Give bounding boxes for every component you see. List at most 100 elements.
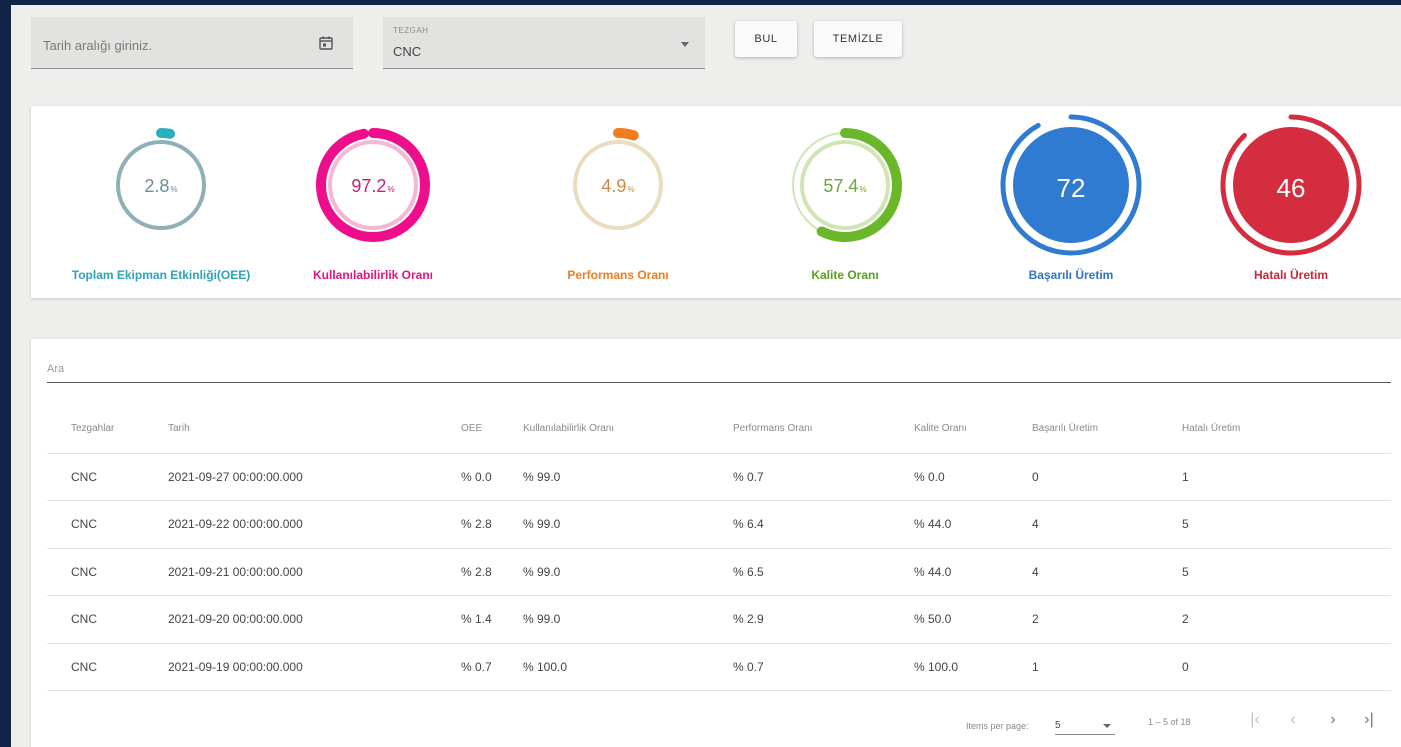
cell-oee: % 2.8: [461, 500, 523, 549]
availability-value-number: 97.2: [351, 176, 387, 196]
performance-label: Performans Oranı: [567, 268, 669, 282]
cell-successful: 0: [1032, 453, 1182, 501]
items-per-page-label: Items per page:: [966, 721, 1029, 731]
quality-value: 57.4%: [735, 176, 955, 197]
faulty-production-value: 46: [1276, 173, 1306, 203]
column-header-quality[interactable]: Kalite Oranı: [914, 405, 1032, 454]
table-row[interactable]: CNC 2021-09-21 00:00:00.000 % 2.8 % 99.0…: [47, 548, 1391, 596]
oee-value-unit: %: [170, 185, 178, 194]
cell-date: 2021-09-20 00:00:00.000: [168, 595, 461, 644]
cell-availability: % 99.0: [523, 595, 733, 644]
cell-faulty: 0: [1182, 643, 1391, 691]
cell-machine: CNC: [47, 643, 168, 691]
cell-successful: 1: [1032, 643, 1182, 691]
table-row[interactable]: CNC 2021-09-19 00:00:00.000 % 0.7 % 100.…: [47, 643, 1391, 691]
chevron-left-icon[interactable]: ‹: [1281, 711, 1305, 729]
cell-quality: % 44.0: [914, 548, 1032, 596]
metric-oee: 2.8% Toplam Ekipman Etkinliği(OEE): [51, 106, 271, 298]
performance-gauge-arc: [613, 128, 639, 141]
oee-value: 2.8%: [51, 176, 271, 197]
successful-production-value: 72: [1056, 173, 1086, 203]
paginator: Items per page: 5 1 – 5 of 18 |‹ ‹ › ›|: [31, 707, 1401, 737]
clear-button[interactable]: TEMİZLE: [814, 21, 902, 57]
availability-value: 97.2%: [263, 176, 483, 197]
cell-oee: % 0.7: [461, 643, 523, 691]
column-header-performance[interactable]: Performans Oranı: [733, 405, 914, 454]
date-range-field[interactable]: Tarih aralığı giriniz.: [31, 17, 353, 69]
column-header-machines[interactable]: Tezgahlar: [47, 405, 168, 454]
column-header-successful[interactable]: Başarılı Üretim: [1032, 405, 1182, 454]
cell-availability: % 100.0: [523, 643, 733, 691]
find-button[interactable]: BUL: [735, 21, 797, 57]
column-header-faulty[interactable]: Hatalı Üretim: [1182, 405, 1391, 454]
cell-date: 2021-09-22 00:00:00.000: [168, 500, 461, 549]
cell-quality: % 50.0: [914, 595, 1032, 644]
page-range-label: 1 – 5 of 18: [1148, 717, 1191, 727]
metric-quality: 57.4% Kalite Oranı: [735, 106, 955, 298]
table-header-row: Tezgahlar Tarih OEE Kullanılabilirlik Or…: [47, 405, 1391, 454]
metric-availability: 97.2% Kullanılabilirlik Oranı: [263, 106, 483, 298]
cell-performance: % 6.4: [733, 500, 914, 549]
first-page-icon[interactable]: |‹: [1243, 711, 1267, 729]
page-size-select[interactable]: 5: [1055, 713, 1115, 735]
cell-faulty: 1: [1182, 453, 1391, 501]
table-row[interactable]: CNC 2021-09-27 00:00:00.000 % 0.0 % 99.0…: [47, 453, 1391, 501]
availability-value-unit: %: [387, 185, 395, 194]
cell-performance: % 2.9: [733, 595, 914, 644]
cell-faulty: 5: [1182, 500, 1391, 549]
cell-performance: % 6.5: [733, 548, 914, 596]
date-range-placeholder: Tarih aralığı giriniz.: [43, 38, 153, 53]
quality-value-number: 57.4: [823, 176, 859, 196]
oee-value-number: 2.8: [144, 176, 170, 196]
metric-successful-production: 72 Başarılı Üretim: [961, 106, 1181, 298]
column-header-date[interactable]: Tarih: [168, 405, 461, 454]
cell-oee: % 0.0: [461, 453, 523, 501]
calendar-icon[interactable]: [319, 36, 333, 50]
dropdown-caret-icon: [1103, 724, 1111, 728]
app-root: Tarih aralığı giriniz. TEZGAH CNC BUL TE…: [11, 5, 1401, 747]
machine-select-value: CNC: [393, 44, 422, 59]
availability-label: Kullanılabilirlik Oranı: [312, 268, 434, 282]
last-page-icon[interactable]: ›|: [1357, 711, 1381, 729]
cell-machine: CNC: [47, 500, 168, 549]
column-header-availability[interactable]: Kullanılabilirlik Oranı: [523, 405, 733, 454]
quality-label: Kalite Oranı: [811, 268, 879, 282]
column-header-oee[interactable]: OEE: [461, 405, 523, 454]
performance-value-number: 4.9: [601, 176, 627, 196]
cell-availability: % 99.0: [523, 500, 733, 549]
cell-date: 2021-09-27 00:00:00.000: [168, 453, 461, 501]
machine-select[interactable]: TEZGAH CNC: [383, 17, 705, 69]
production-table: Tezgahlar Tarih OEE Kullanılabilirlik Or…: [47, 405, 1391, 691]
table-search-input[interactable]: [47, 359, 1391, 383]
cell-availability: % 99.0: [523, 453, 733, 501]
faulty-production-label: Hatalı Üretim: [1253, 268, 1329, 282]
metric-performance: 4.9% Performans Oranı: [508, 106, 728, 298]
table-card: Tezgahlar Tarih OEE Kullanılabilirlik Or…: [31, 339, 1401, 747]
table-row[interactable]: CNC 2021-09-20 00:00:00.000 % 1.4 % 99.0…: [47, 595, 1391, 644]
chevron-right-icon[interactable]: ›: [1321, 711, 1345, 729]
oee-gauge-arc: [156, 128, 176, 139]
cell-date: 2021-09-21 00:00:00.000: [168, 548, 461, 596]
cell-machine: CNC: [47, 595, 168, 644]
quality-value-unit: %: [859, 185, 867, 194]
cell-faulty: 5: [1182, 548, 1391, 596]
cell-quality: % 44.0: [914, 500, 1032, 549]
cell-successful: 4: [1032, 548, 1182, 596]
cell-performance: % 0.7: [733, 453, 914, 501]
cell-successful: 4: [1032, 500, 1182, 549]
cell-performance: % 0.7: [733, 643, 914, 691]
cell-faulty: 2: [1182, 595, 1391, 644]
cell-successful: 2: [1032, 595, 1182, 644]
performance-value: 4.9%: [508, 176, 728, 197]
successful-production-label: Başarılı Üretim: [1028, 268, 1114, 282]
metric-faulty-production: 46 Hatalı Üretim: [1181, 106, 1401, 298]
cell-oee: % 2.8: [461, 548, 523, 596]
cell-oee: % 1.4: [461, 595, 523, 644]
dropdown-caret-icon: [681, 42, 689, 47]
table-row[interactable]: CNC 2021-09-22 00:00:00.000 % 2.8 % 99.0…: [47, 500, 1391, 549]
machine-select-label: TEZGAH: [393, 26, 429, 35]
cell-availability: % 99.0: [523, 548, 733, 596]
cell-machine: CNC: [47, 453, 168, 501]
cell-quality: % 0.0: [914, 453, 1032, 501]
cell-machine: CNC: [47, 548, 168, 596]
